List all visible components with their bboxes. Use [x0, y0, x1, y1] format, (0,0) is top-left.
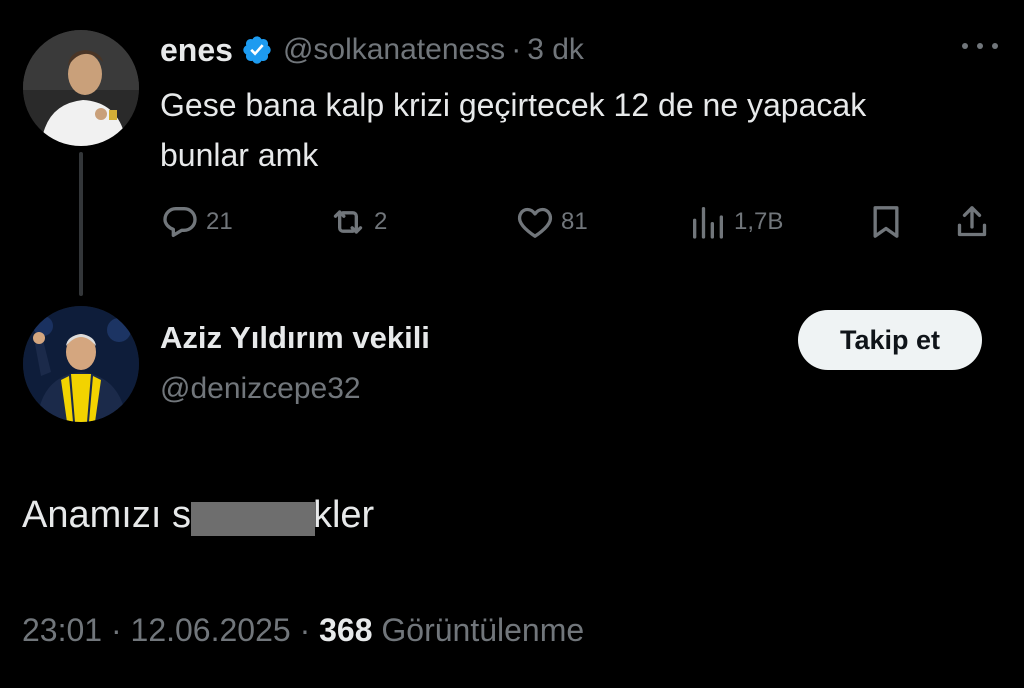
retweet-button[interactable]: 2: [328, 200, 387, 244]
tweet2-views-count: 368: [319, 612, 373, 648]
bookmark-icon: [873, 206, 899, 238]
tweet2-meta: 23:01 · 12.06.2025 · 368 Görüntülenme: [22, 612, 584, 649]
meta-separator: ·: [110, 612, 122, 648]
reply-count: 21: [206, 208, 233, 235]
tweet2-author-handle[interactable]: @denizcepe32: [160, 372, 361, 406]
verified-icon: [241, 34, 273, 66]
avatar-aziz[interactable]: [23, 306, 139, 422]
tweet2-time[interactable]: 23:01: [22, 612, 102, 648]
avatar-aziz-image: [23, 306, 139, 422]
avatar-enes[interactable]: [23, 30, 139, 146]
thread-line: [79, 152, 83, 296]
retweet-count: 2: [374, 208, 388, 235]
tweet1-separator: ·: [511, 33, 522, 66]
tweet1-text: Gese bana kalp krizi geçirtecek 12 de ne…: [160, 87, 867, 173]
views-count: 1,7B: [734, 208, 784, 235]
retweet-icon: [333, 210, 363, 234]
tweet2-text: Anamızı s kler: [22, 494, 374, 537]
censor-blur: [190, 501, 315, 536]
tweet2-views-label: Görüntülenme: [381, 612, 585, 648]
like-count: 81: [561, 208, 588, 235]
views-icon: [693, 207, 723, 239]
more-icon[interactable]: [962, 36, 998, 56]
reply-button[interactable]: 21: [160, 200, 233, 244]
tweet2-date[interactable]: 12.06.2025: [131, 612, 291, 648]
tweet1-author-name[interactable]: enes: [160, 32, 233, 69]
tweet1-actions: 21 2 81 1,7B: [160, 200, 1000, 244]
tweet1-author-handle[interactable]: @solkanateness: [283, 33, 505, 67]
tweet2-text-before: Anamızı s: [22, 494, 191, 536]
meta-separator: ·: [299, 612, 311, 648]
reply-icon: [163, 207, 197, 237]
tweet2-text-after: kler: [312, 494, 375, 536]
avatar-enes-image: [23, 30, 139, 146]
tweet1-time[interactable]: 3 dk: [527, 33, 584, 67]
share-button[interactable]: [952, 200, 992, 244]
like-icon: [517, 207, 553, 238]
bookmark-button[interactable]: [866, 200, 906, 244]
tweet1-header: enes @solkanateness · 3 dk: [160, 30, 584, 70]
tweet2-author-name[interactable]: Aziz Yıldırım vekili: [160, 320, 430, 356]
share-icon: [957, 206, 987, 237]
follow-button[interactable]: Takip et: [798, 310, 982, 370]
like-button[interactable]: 81: [515, 200, 588, 244]
views-button[interactable]: 1,7B: [688, 200, 783, 244]
